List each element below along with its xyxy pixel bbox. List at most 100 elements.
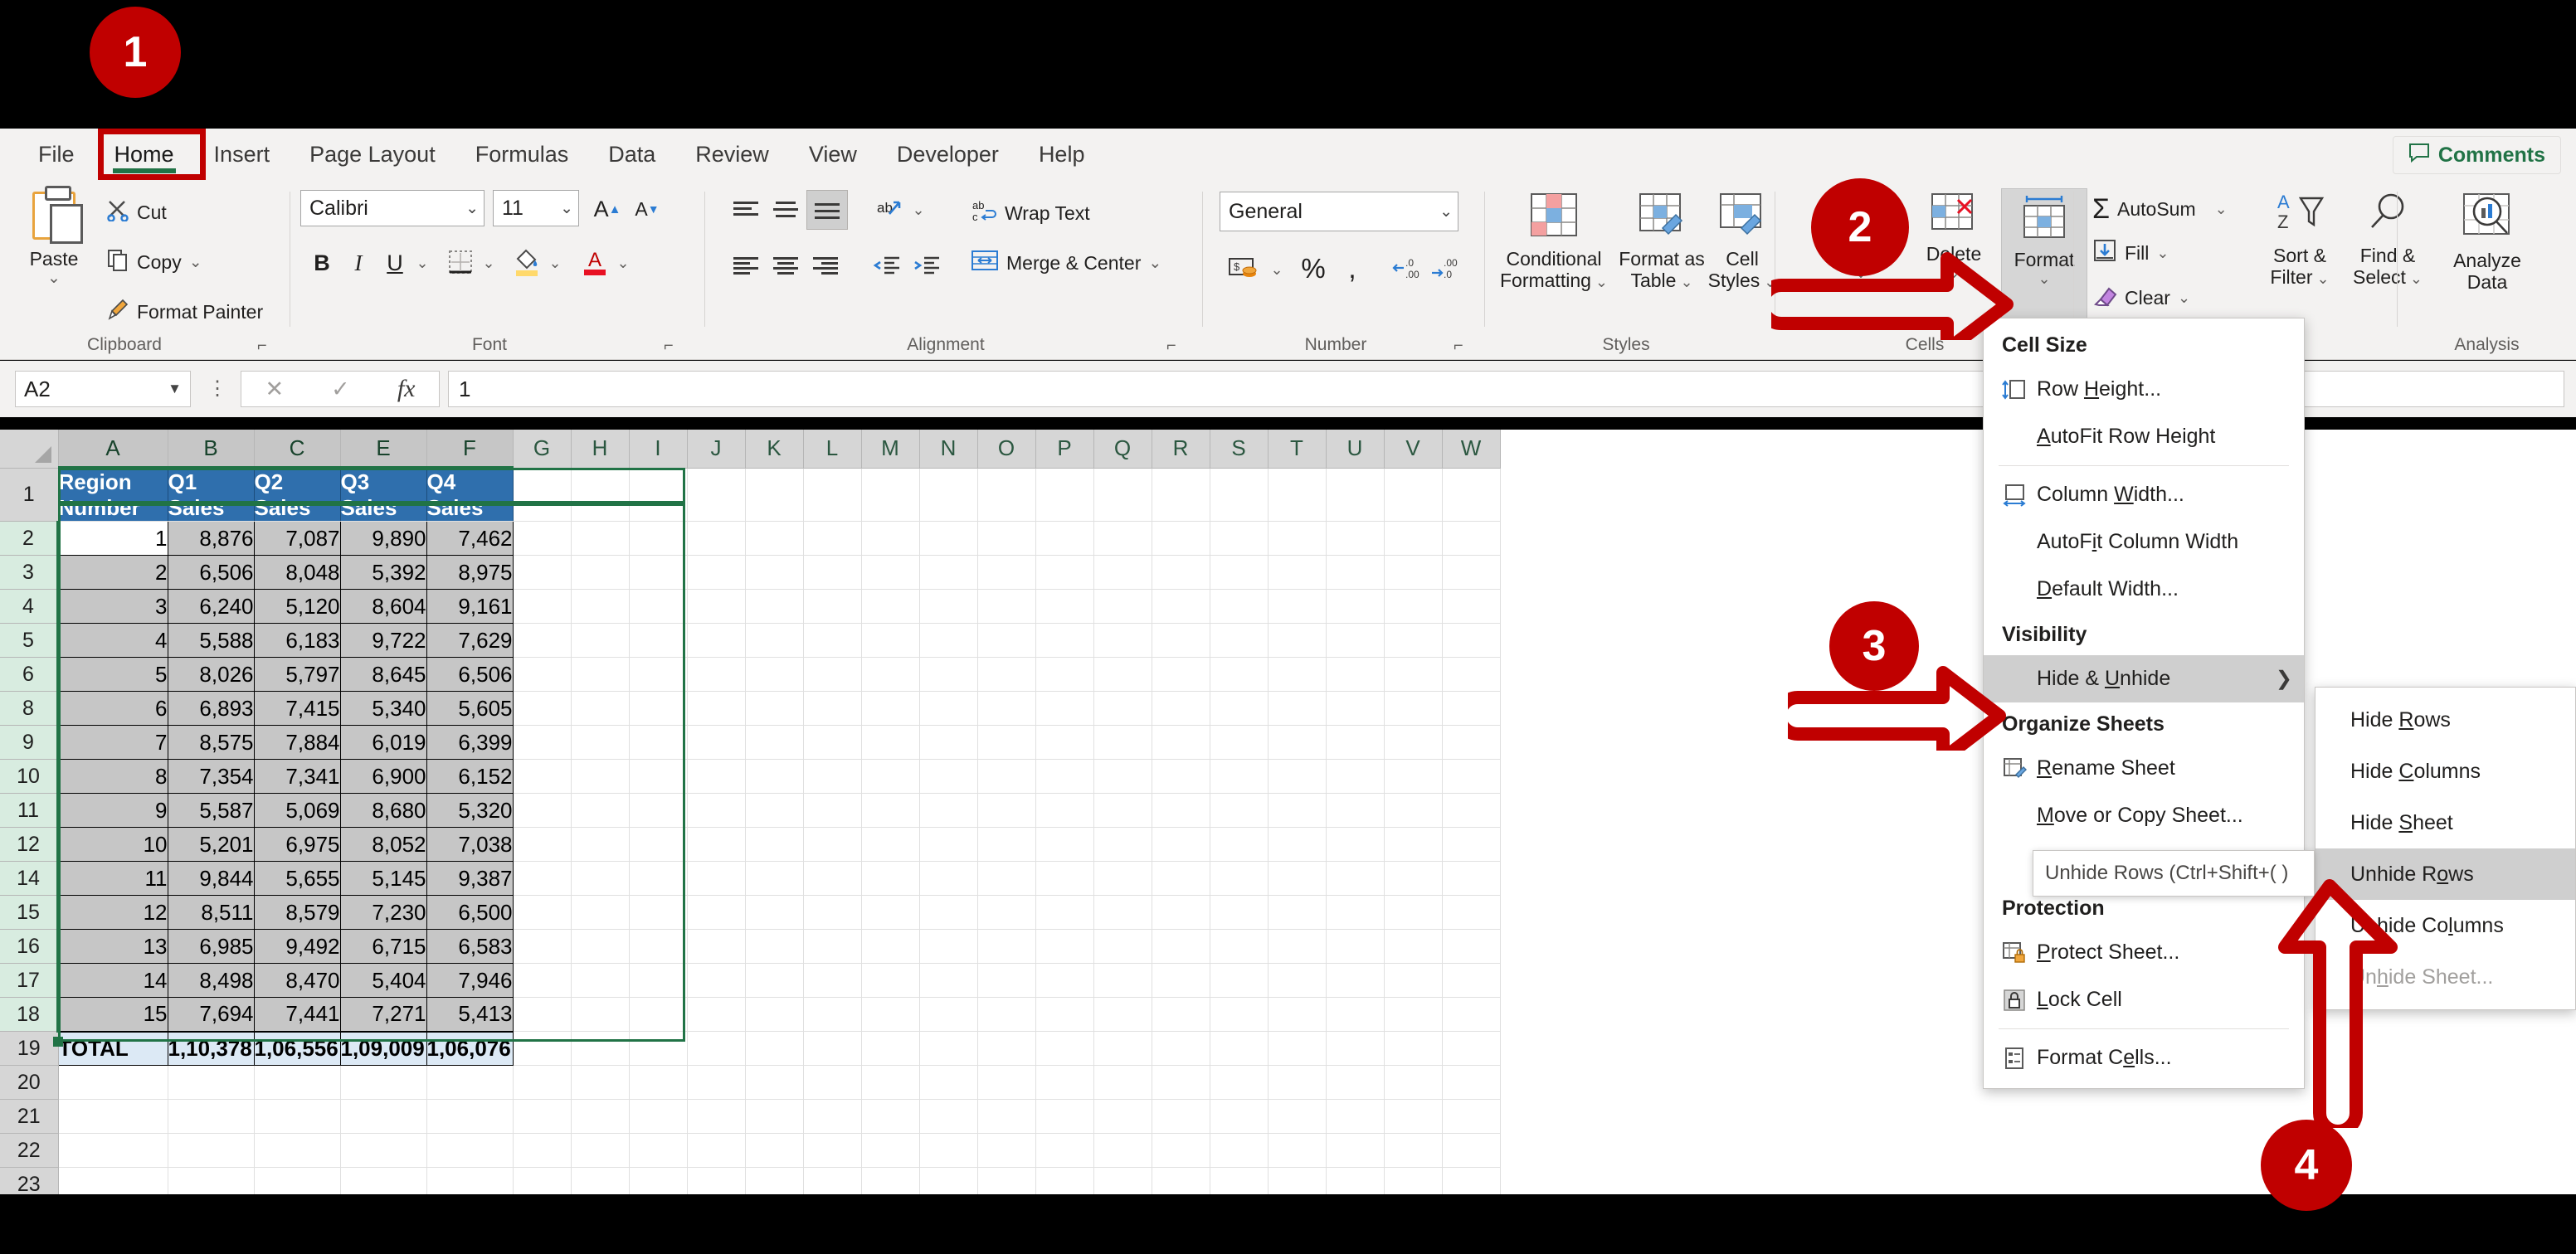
cell-C21[interactable] — [254, 1099, 341, 1134]
cell-C5[interactable]: 6,183 — [253, 623, 341, 658]
cell-R16[interactable] — [1152, 929, 1210, 964]
orientation-button[interactable]: ab — [868, 190, 908, 230]
cell-J15[interactable] — [687, 895, 746, 930]
cell-W2[interactable] — [1442, 521, 1501, 556]
cell-B4[interactable]: 6,240 — [167, 589, 255, 624]
cell-E16[interactable]: 6,715 — [339, 929, 427, 964]
cell-A22[interactable] — [58, 1133, 168, 1168]
cell-O5[interactable] — [977, 623, 1036, 658]
cell-S8[interactable] — [1210, 691, 1269, 726]
cell-C19[interactable]: 1,06,556 — [254, 1030, 341, 1066]
cell-H17[interactable] — [571, 963, 630, 998]
cell-S19[interactable] — [1210, 1031, 1269, 1066]
cell-N10[interactable] — [919, 759, 978, 794]
cell-V6[interactable] — [1384, 657, 1443, 692]
conditional-formatting-button[interactable]: Conditional Formatting ⌄ — [1492, 192, 1616, 292]
cell-M18[interactable] — [861, 997, 920, 1032]
cell-K14[interactable] — [745, 861, 804, 896]
cell-J4[interactable] — [687, 589, 746, 624]
cell-O20[interactable] — [977, 1065, 1036, 1100]
chevron-down-icon[interactable]: ⌄ — [1266, 253, 1288, 286]
cell-B8[interactable]: 6,893 — [167, 691, 255, 726]
row-header-18[interactable]: 18 — [0, 997, 60, 1032]
cell-L20[interactable] — [803, 1065, 862, 1100]
cell-G17[interactable] — [513, 963, 572, 998]
wrap-text-button[interactable]: ab c Wrap Text — [971, 198, 1090, 228]
cell-I23[interactable] — [629, 1167, 688, 1194]
cell-B22[interactable] — [168, 1133, 255, 1168]
cell-L9[interactable] — [803, 725, 862, 760]
cell-K11[interactable] — [745, 793, 804, 828]
column-header-T[interactable]: T — [1268, 430, 1327, 469]
cell-B19[interactable]: 1,10,378 — [168, 1030, 255, 1066]
cell-G3[interactable] — [513, 555, 572, 590]
cell-F19[interactable]: 1,06,076 — [426, 1030, 514, 1066]
cell-B23[interactable] — [168, 1167, 255, 1194]
cell-U11[interactable] — [1326, 793, 1385, 828]
cell-Q21[interactable] — [1093, 1099, 1152, 1134]
ribbon-tab-data[interactable]: Data — [588, 129, 675, 180]
cell-I3[interactable] — [629, 555, 688, 590]
cell-P6[interactable] — [1035, 657, 1094, 692]
cell-G6[interactable] — [513, 657, 572, 692]
cell-I6[interactable] — [629, 657, 688, 692]
cell-I2[interactable] — [629, 521, 688, 556]
cell-K9[interactable] — [745, 725, 804, 760]
row-header-22[interactable]: 22 — [0, 1133, 59, 1168]
cell-J17[interactable] — [687, 963, 746, 998]
cell-G14[interactable] — [513, 861, 572, 896]
cell-U12[interactable] — [1326, 827, 1385, 862]
cell-O12[interactable] — [977, 827, 1036, 862]
cell-R8[interactable] — [1152, 691, 1210, 726]
cell-H14[interactable] — [571, 861, 630, 896]
cell-A10[interactable]: 8 — [57, 759, 168, 794]
cell-S20[interactable] — [1210, 1065, 1269, 1100]
cell-R6[interactable] — [1152, 657, 1210, 692]
row-header-8[interactable]: 8 — [0, 691, 60, 726]
paste-button[interactable]: Paste ⌄ — [8, 186, 100, 288]
cell-I15[interactable] — [629, 895, 688, 930]
cell-N11[interactable] — [919, 793, 978, 828]
ribbon-tab-help[interactable]: Help — [1019, 129, 1105, 180]
cell-S22[interactable] — [1210, 1133, 1269, 1168]
cell-K19[interactable] — [745, 1031, 804, 1066]
cell-P9[interactable] — [1035, 725, 1094, 760]
cell-F20[interactable] — [426, 1065, 514, 1100]
cell-M12[interactable] — [861, 827, 920, 862]
menu-item-lock-cell[interactable]: Lock Cell — [1984, 976, 2304, 1023]
cell-G4[interactable] — [513, 589, 572, 624]
cell-N3[interactable] — [919, 555, 978, 590]
column-header-W[interactable]: W — [1442, 430, 1501, 469]
cell-W15[interactable] — [1442, 895, 1501, 930]
cell-G8[interactable] — [513, 691, 572, 726]
cell-J18[interactable] — [687, 997, 746, 1032]
cell-A14[interactable]: 11 — [57, 861, 168, 896]
cell-M4[interactable] — [861, 589, 920, 624]
cell-T9[interactable] — [1268, 725, 1327, 760]
cell-I21[interactable] — [629, 1099, 688, 1134]
align-center-button[interactable] — [767, 248, 805, 284]
cell-O9[interactable] — [977, 725, 1036, 760]
cell-B15[interactable]: 8,511 — [167, 895, 255, 930]
cell-K17[interactable] — [745, 963, 804, 998]
cell-S10[interactable] — [1210, 759, 1269, 794]
cell-P11[interactable] — [1035, 793, 1094, 828]
cell-U1[interactable] — [1326, 468, 1385, 522]
cell-V15[interactable] — [1384, 895, 1443, 930]
menu-item-row-height[interactable]: Row Height... — [1984, 366, 2304, 413]
ribbon-tab-formulas[interactable]: Formulas — [455, 129, 589, 180]
cell-S15[interactable] — [1210, 895, 1269, 930]
cell-W12[interactable] — [1442, 827, 1501, 862]
cell-O1[interactable] — [977, 468, 1036, 522]
cell-K16[interactable] — [745, 929, 804, 964]
cell-M16[interactable] — [861, 929, 920, 964]
cell-Q17[interactable] — [1093, 963, 1152, 998]
cell-G23[interactable] — [513, 1167, 572, 1194]
cell-R5[interactable] — [1152, 623, 1210, 658]
cell-P2[interactable] — [1035, 521, 1094, 556]
row-header-10[interactable]: 10 — [0, 759, 60, 794]
row-header-15[interactable]: 15 — [0, 895, 60, 930]
cell-C2[interactable]: 7,087 — [253, 521, 341, 556]
cell-S18[interactable] — [1210, 997, 1269, 1032]
column-header-N[interactable]: N — [919, 430, 978, 469]
